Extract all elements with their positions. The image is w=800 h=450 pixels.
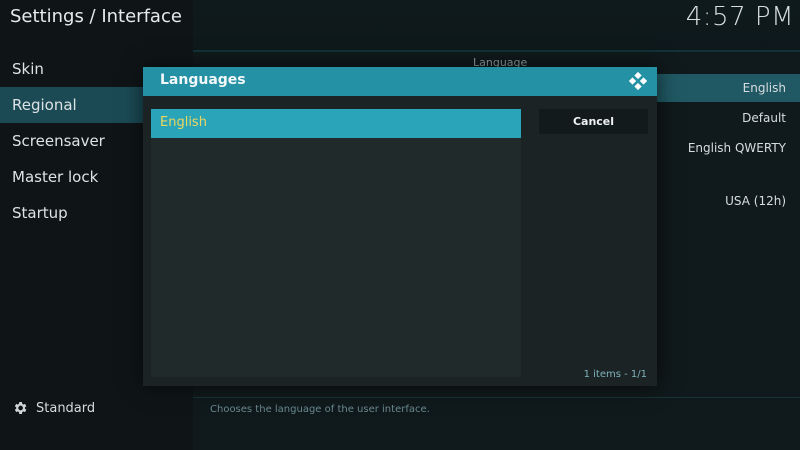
list-item-english[interactable]: English	[151, 109, 521, 138]
languages-dialog: Languages English Cancel 1 items - 1/1	[143, 67, 657, 386]
page-title: Settings / Interface	[10, 6, 182, 27]
setting-value: Default	[742, 111, 786, 125]
setting-value: USA (12h)	[725, 194, 786, 208]
kodi-logo-icon	[628, 71, 648, 91]
language-list: English	[151, 109, 521, 377]
clock: 4:57 PM	[685, 2, 794, 32]
dialog-header: Languages	[143, 67, 657, 96]
list-item-label: English	[160, 115, 207, 130]
item-count: 1 items - 1/1	[583, 369, 647, 380]
setting-description: Chooses the language of the user interfa…	[210, 404, 430, 415]
settings-level-button[interactable]: Standard	[12, 400, 95, 416]
dialog-title: Languages	[160, 72, 246, 88]
gear-icon	[14, 402, 27, 414]
settings-level-label: Standard	[36, 400, 96, 416]
divider	[193, 397, 800, 398]
setting-value: English	[742, 81, 786, 95]
cancel-button[interactable]: Cancel	[539, 109, 648, 134]
setting-value: English QWERTY	[687, 141, 786, 155]
